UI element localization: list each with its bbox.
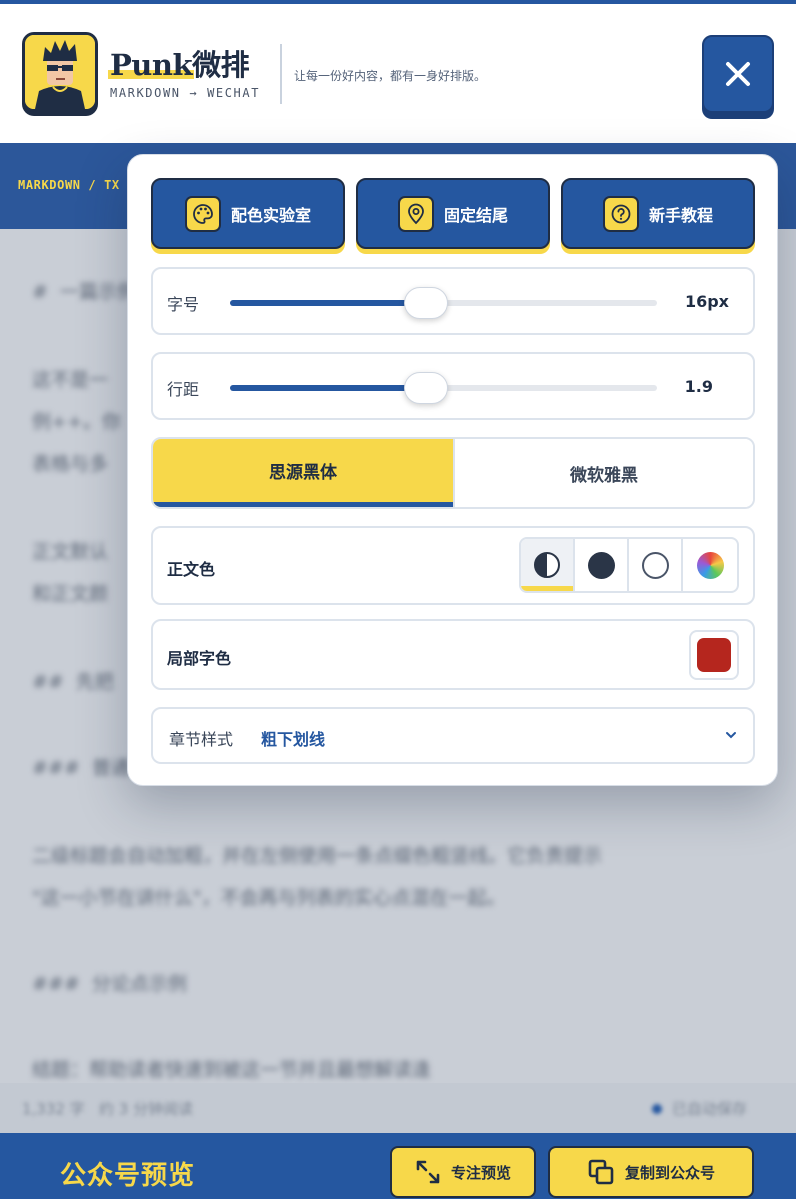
font-size-slider-fill xyxy=(230,300,427,306)
editor-line: ### 普通 xyxy=(32,757,130,779)
local-color-swatch[interactable] xyxy=(689,630,739,680)
section-style-label: 章节样式 xyxy=(169,730,234,749)
line-height-slider[interactable] xyxy=(230,372,657,404)
app-header: Punk微排 MARKDOWN → WECHAT 让每一份好内容，都有一身好排版… xyxy=(0,0,796,143)
body-color-row: 正文色 xyxy=(151,526,755,605)
color-lab-label: 配色实验室 xyxy=(230,205,311,225)
autosave-status: 已自动保存 xyxy=(652,1098,747,1119)
help-circle-icon xyxy=(602,195,639,232)
editor-line: 表格与多 xyxy=(32,453,109,475)
header-divider xyxy=(280,44,282,104)
word-count: 1,332 字 约 3 分钟阅读 xyxy=(22,1100,194,1118)
local-color-label: 局部字色 xyxy=(167,649,232,668)
section-style-select[interactable]: 章节样式 粗下划线 xyxy=(151,707,755,764)
fixed-footer-label: 固定结尾 xyxy=(443,205,508,225)
swatch-dark-chip xyxy=(587,551,615,579)
fixed-footer-button[interactable]: 固定结尾 xyxy=(356,178,550,249)
preview-bar: 公众号预览 专注预览 复制到公众号 xyxy=(0,1133,796,1199)
slogan: 让每一份好内容，都有一身好排版。 xyxy=(294,69,487,83)
brand-subtitle: MARKDOWN → WECHAT xyxy=(110,86,261,100)
brand-logo-avatar xyxy=(22,32,98,112)
font-size-row: 字号 16px xyxy=(151,267,755,335)
tutorial-label: 新手教程 xyxy=(648,205,713,225)
tutorial-button[interactable]: 新手教程 xyxy=(561,178,755,249)
copy-to-wechat-button[interactable]: 复制到公众号 xyxy=(548,1146,754,1198)
font-option-label: 思源黑体 xyxy=(269,463,337,483)
location-pin-icon xyxy=(397,195,434,232)
copy-to-wechat-label: 复制到公众号 xyxy=(624,1163,715,1182)
close-icon xyxy=(726,62,750,86)
font-size-label: 字号 xyxy=(167,295,200,314)
body-color-label: 正文色 xyxy=(167,560,216,579)
font-option-label: 微软雅黑 xyxy=(570,465,638,486)
breadcrumb: MARKDOWN / TX xyxy=(18,178,120,192)
editor-line: # 一篇示例 xyxy=(32,281,136,303)
line-height-slider-fill xyxy=(230,385,427,391)
editor-line: "这一小节在讲什么"，不会再与列表的实心点混在一起。 xyxy=(32,887,506,909)
swatch-white-chip xyxy=(641,551,669,579)
line-height-slider-thumb[interactable] xyxy=(404,372,449,404)
expand-icon xyxy=(416,1160,440,1184)
copy-icon xyxy=(588,1159,614,1185)
font-size-slider[interactable] xyxy=(230,287,657,319)
editor-line: 正文默认 xyxy=(32,541,109,563)
swatch-auto-contrast[interactable] xyxy=(521,539,576,591)
style-settings-panel: 配色实验室 固定结尾 新手教程 字号 16px 行距 1.9 思源黑体 微软雅黑… xyxy=(127,154,778,786)
local-color-chip xyxy=(697,638,731,672)
focus-preview-button[interactable]: 专注预览 xyxy=(390,1146,536,1198)
editor-line: 结题：帮助读者快速到被这一节并且最想解读逢 xyxy=(32,1059,432,1081)
close-button[interactable] xyxy=(702,35,774,113)
editor-line: 这不是一 xyxy=(32,369,109,391)
font-size-value: 16px xyxy=(684,292,729,311)
font-size-slider-thumb[interactable] xyxy=(404,287,449,319)
editor-line: 例++。你 xyxy=(32,411,121,433)
line-height-row: 行距 1.9 xyxy=(151,352,755,420)
chevron-down-icon xyxy=(726,732,736,739)
rainbow-picker-icon xyxy=(696,551,724,579)
focus-preview-label: 专注预览 xyxy=(450,1163,511,1182)
swatch-white[interactable] xyxy=(629,539,684,591)
font-option-yahei[interactable]: 微软雅黑 xyxy=(453,439,753,507)
swatch-rainbow[interactable] xyxy=(683,539,737,591)
editor-line: ### 分论点示例 xyxy=(32,973,187,995)
body-color-swatches xyxy=(519,537,739,593)
local-color-row: 局部字色 xyxy=(151,619,755,690)
font-option-source-han[interactable]: 思源黑体 xyxy=(153,439,453,507)
palette-icon xyxy=(184,195,221,232)
font-family-selector: 思源黑体 微软雅黑 xyxy=(151,437,755,509)
contrast-icon xyxy=(534,552,560,578)
line-height-value: 1.9 xyxy=(684,377,713,396)
section-style-value: 粗下划线 xyxy=(261,730,326,749)
color-lab-button[interactable]: 配色实验室 xyxy=(151,178,345,249)
status-bar: 1,332 字 约 3 分钟阅读 已自动保存 xyxy=(0,1083,796,1133)
preview-title: 公众号预览 xyxy=(60,1161,196,1191)
editor-line: 二级标题会自动加粗，并在左侧使用一条点缀色粗竖线。它负责提示 xyxy=(32,845,603,867)
editor-line: ## 先把 xyxy=(32,671,114,693)
swatch-dark[interactable] xyxy=(575,539,630,591)
brand-name: Punk微排 xyxy=(110,48,250,82)
editor-line: 和正文颜 xyxy=(32,583,109,605)
line-height-label: 行距 xyxy=(167,380,200,399)
